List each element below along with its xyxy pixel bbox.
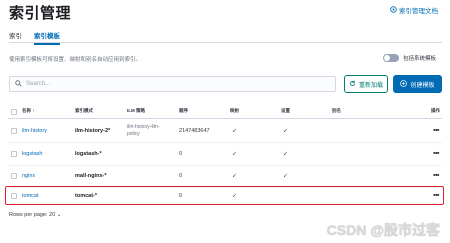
table-row: ilm-history ilm-history-2* ilm-history-i… xyxy=(8,120,442,143)
page-title: 索引管理 xyxy=(9,5,72,22)
table-header: 名称 ↑ 索引模式 ILM 策略 顺序 映射 设置 别名 操作 xyxy=(8,108,442,119)
header-order: 顺序 xyxy=(179,108,188,113)
search-placeholder: Search... xyxy=(26,81,51,87)
actions-menu-icon[interactable]: ••• xyxy=(433,128,439,135)
watermark: CSDN @股市过客 xyxy=(326,222,440,238)
row-checkbox[interactable] xyxy=(11,173,17,179)
reload-label: 重新加载 xyxy=(358,82,383,89)
toggle-label: 包括系统模板 xyxy=(402,56,436,62)
reload-button[interactable]: 重新加载 xyxy=(344,75,388,93)
search-input[interactable]: Search... xyxy=(9,76,336,92)
mapping-check-icon: ✓ xyxy=(232,151,238,158)
index-pattern: logstash-* xyxy=(75,151,102,157)
select-all-checkbox[interactable] xyxy=(11,109,17,115)
search-icon xyxy=(15,79,22,89)
docs-link-label: 索引管理文档 xyxy=(399,8,438,15)
header-ilm: ILM 策略 xyxy=(127,108,145,113)
order-value: 0 xyxy=(179,151,183,157)
settings-check-icon: ✓ xyxy=(283,151,289,158)
tab-divider xyxy=(9,42,442,43)
settings-check-icon: ✓ xyxy=(283,173,289,180)
actions-menu-icon[interactable]: ••• xyxy=(433,151,439,158)
order-value: 2147483647 xyxy=(179,128,210,134)
index-pattern: mall-nginx-* xyxy=(75,173,107,179)
template-name-link[interactable]: nginx xyxy=(22,173,35,179)
index-pattern: ilm-history-2* xyxy=(75,128,111,134)
table-row: logstash logstash-* 0 ✓ ✓ ••• xyxy=(8,143,442,166)
create-template-button[interactable]: 创建模板 xyxy=(393,75,442,93)
settings-check-icon: ✓ xyxy=(283,128,289,135)
header-name[interactable]: 名称 ↑ xyxy=(22,108,35,114)
template-name-link[interactable]: ilm-history xyxy=(22,128,47,134)
docs-icon xyxy=(390,5,397,15)
row-highlight-box xyxy=(5,186,444,205)
row-checkbox[interactable] xyxy=(11,128,17,134)
mapping-check-icon: ✓ xyxy=(232,173,238,180)
actions-menu-icon[interactable]: ••• xyxy=(433,173,439,180)
header-actions: 操作 xyxy=(431,108,440,113)
template-name-link[interactable]: logstash xyxy=(22,151,43,157)
plus-icon xyxy=(400,79,408,89)
refresh-icon xyxy=(349,80,356,89)
header-alias: 别名 xyxy=(332,108,341,113)
create-label: 创建模板 xyxy=(410,82,435,89)
system-templates-toggle[interactable]: 包括系统模板 xyxy=(382,54,436,62)
rows-per-page-select[interactable]: Rows per page: 20 ⌄ xyxy=(9,212,61,218)
header-pattern: 索引模式 xyxy=(75,108,93,113)
mapping-check-icon: ✓ xyxy=(232,128,238,135)
header-mapping: 映射 xyxy=(230,108,239,113)
header-settings: 设置 xyxy=(281,108,290,113)
docs-link[interactable]: 索引管理文档 xyxy=(390,5,438,15)
row-checkbox[interactable] xyxy=(11,151,17,157)
order-value: 0 xyxy=(179,173,183,179)
page-description: 使用索引模板可将设置、映射和别名自动应用到索引。 xyxy=(9,57,142,63)
toggle-switch[interactable] xyxy=(382,54,399,62)
ilm-policy: ilm-history-ilm-policy xyxy=(127,124,160,137)
